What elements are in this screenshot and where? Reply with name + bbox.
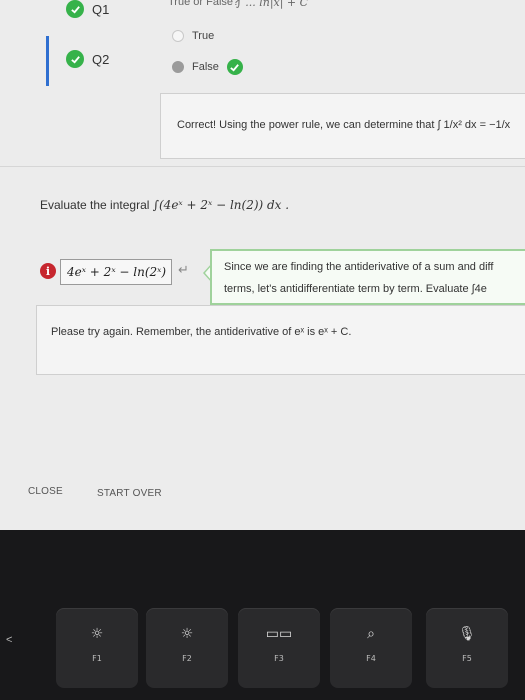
radio-false[interactable]: [172, 61, 184, 73]
problem-prompt: Evaluate the integral ∫(4eˣ + 2ˣ − ln(2)…: [40, 198, 289, 212]
question-q2-label: Q2: [92, 51, 110, 67]
question-q2[interactable]: Q2: [66, 50, 109, 68]
answer-value: 4eˣ + 2ˣ − ln(2ˣ): [67, 265, 167, 279]
start-over-button[interactable]: START OVER: [97, 488, 162, 499]
key-f4-label: F4: [366, 654, 376, 663]
check-icon: [66, 50, 84, 68]
option-true[interactable]: True: [172, 30, 214, 42]
q1-math-fragment: ∫ ... ln|x| + C: [236, 0, 309, 9]
key-f4[interactable]: ⌕ F4: [330, 608, 412, 688]
hint-box: Since we are finding the antiderivative …: [210, 249, 525, 305]
question-q1-label: Q1: [92, 1, 110, 17]
q2-feedback-box: Correct! Using the power rule, we can de…: [160, 93, 525, 159]
option-false-label: False: [192, 61, 219, 73]
key-f1[interactable]: ☼ F1: [56, 608, 138, 688]
error-info-icon[interactable]: i: [40, 263, 56, 279]
q1-title-note: True or False?: [168, 0, 240, 8]
section-divider: [0, 166, 525, 167]
brightness-low-icon: ☼: [90, 626, 104, 642]
hint-line-2: terms, let's antidifferentiate term by t…: [224, 283, 487, 295]
q2-feedback-text: Correct! Using the power rule, we can de…: [177, 119, 511, 131]
check-icon: [66, 0, 84, 18]
mission-control-icon: ▭▭: [265, 626, 293, 642]
hint-line-1: Since we are finding the antiderivative …: [224, 261, 494, 273]
problem-prompt-text: Evaluate the integral: [40, 198, 150, 212]
esc-key-fragment: <: [6, 634, 13, 646]
key-f3-label: F3: [274, 654, 284, 663]
answer-input[interactable]: 4eˣ + 2ˣ − ln(2ˣ): [60, 259, 172, 285]
brightness-high-icon: ☼: [180, 626, 194, 642]
answer-feedback-box: Please try again. Remember, the antideri…: [36, 305, 525, 375]
selected-question-indicator: [46, 36, 49, 86]
problem-integral: ∫(4eˣ + 2ˣ − ln(2)) dx .: [152, 198, 290, 212]
return-enter-icon[interactable]: ↵: [178, 262, 189, 278]
key-f1-label: F1: [92, 654, 102, 663]
option-false[interactable]: False: [172, 59, 243, 75]
question-q1[interactable]: Q1: [66, 0, 109, 18]
browser-viewport: Q1 True or False? ∫ ... ln|x| + C Q2 Tru…: [0, 0, 525, 530]
key-f2[interactable]: ☼ F2: [146, 608, 228, 688]
radio-true[interactable]: [172, 30, 184, 42]
key-f5-label: F5: [462, 654, 472, 663]
key-f3[interactable]: ▭▭ F3: [238, 608, 320, 688]
key-f5[interactable]: 🎙 F5: [426, 608, 508, 688]
microphone-icon: 🎙: [458, 626, 476, 642]
option-true-label: True: [192, 30, 215, 42]
key-f2-label: F2: [182, 654, 192, 663]
laptop-keyboard: < ☼ F1 ☼ F2 ▭▭ F3 ⌕ F4 🎙 F5: [0, 530, 525, 700]
close-button[interactable]: CLOSE: [28, 486, 63, 497]
search-icon: ⌕: [367, 626, 375, 642]
answer-feedback-text: Please try again. Remember, the antideri…: [51, 326, 352, 338]
check-icon: [226, 59, 243, 75]
